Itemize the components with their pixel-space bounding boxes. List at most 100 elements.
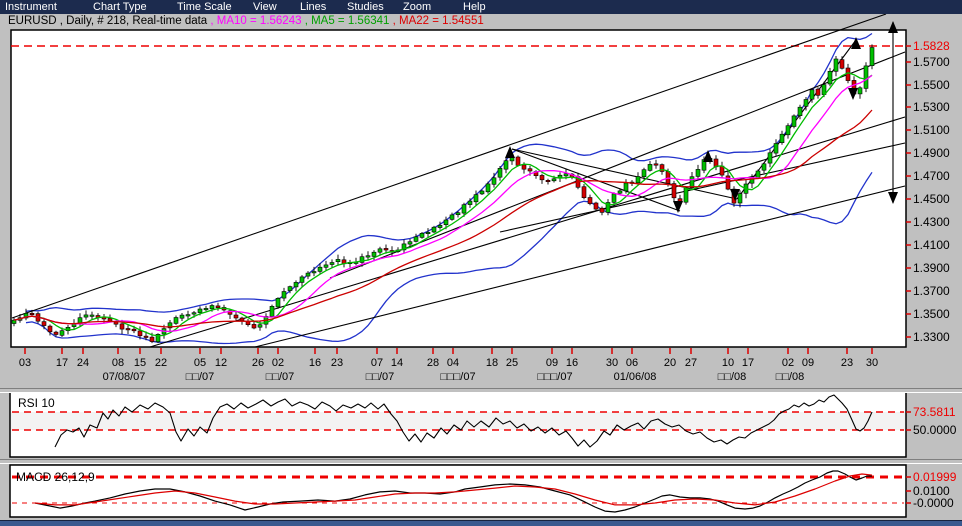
candle-body — [335, 259, 341, 262]
month-label: 07/08/07 — [103, 371, 146, 383]
candle-body — [515, 156, 521, 166]
date-label: 23 — [841, 357, 853, 369]
candle-body — [323, 264, 329, 268]
menu-lines[interactable]: Lines — [300, 1, 326, 13]
candle-body — [377, 248, 383, 253]
date-label: 27 — [685, 357, 697, 369]
candle-body — [779, 133, 785, 143]
price-axis-label: 1.5300 — [913, 100, 950, 114]
menu-help[interactable]: Help — [463, 1, 486, 13]
candle-body — [257, 324, 263, 328]
candle-body — [479, 190, 485, 195]
month-label: □□/07 — [366, 371, 395, 383]
date-label: 09 — [802, 357, 814, 369]
price-axis-label: 1.3700 — [913, 284, 950, 298]
candle-body — [413, 236, 419, 242]
candle-body — [809, 89, 815, 100]
candle-body — [149, 336, 155, 342]
rsi-axis-label: 50.0000 — [913, 423, 957, 437]
menu-view[interactable]: View — [253, 1, 277, 13]
date-label: 04 — [447, 357, 459, 369]
candle-body — [635, 176, 641, 184]
price-axis-label: 1.3500 — [913, 307, 950, 321]
price-axis-label: 1.3300 — [913, 330, 950, 344]
candle-body — [107, 318, 113, 322]
date-label: 05 — [194, 357, 206, 369]
candle-body — [269, 305, 275, 317]
date-label: 06 — [626, 357, 638, 369]
rsi-panel[interactable]: 73.5811 50.0000 — [0, 385, 962, 460]
candle-body — [683, 187, 689, 203]
price-axis-label: 1.4100 — [913, 238, 950, 252]
candle-body — [191, 312, 197, 315]
candle-body — [407, 241, 413, 245]
main-chart-panel[interactable]: 1.5828 1.5700 1.5500 1.5300 1.5100 1.4900 1.47… — [0, 0, 962, 385]
title-segment-2: , MA5 = 1.56341 — [304, 15, 393, 27]
candle-body — [119, 323, 125, 330]
menu-instrument[interactable]: Instrument — [5, 1, 57, 13]
candle-body — [791, 115, 797, 127]
date-label: 08 — [112, 357, 124, 369]
candle-body — [497, 168, 503, 178]
swing-arrow-up[interactable] — [888, 21, 898, 33]
candle-body — [203, 308, 209, 311]
candle-body — [209, 305, 215, 310]
candle-body — [551, 178, 557, 182]
price-chart[interactable]: 1.5828 1.5700 1.5500 1.5300 1.5100 1.4900 1.47… — [0, 0, 962, 385]
rsi-chart[interactable]: 73.5811 50.0000 — [0, 385, 962, 460]
candle-body — [641, 169, 647, 177]
date-label: 22 — [155, 357, 167, 369]
candle-body — [623, 182, 629, 192]
candle-body — [599, 207, 605, 213]
candle-body — [89, 314, 95, 317]
candle-body — [647, 164, 653, 171]
candle-body — [281, 291, 287, 299]
candle-body — [143, 335, 149, 338]
panel-splitter[interactable] — [0, 459, 962, 464]
title-segment-0: EURUSD , Daily, # 218, Real-time data — [8, 15, 211, 27]
macd-chart[interactable]: 0.019990.0100-0.0000 — [0, 458, 962, 520]
menu-time-scale[interactable]: Time Scale — [177, 1, 232, 13]
macd-axis-label: 0.01999 — [913, 470, 957, 484]
menu-zoom[interactable]: Zoom — [403, 1, 431, 13]
candle-body — [311, 271, 317, 274]
price-plot-area[interactable] — [10, 29, 907, 348]
date-label: 15 — [134, 357, 146, 369]
candle-body — [527, 168, 533, 172]
candle-body — [233, 314, 239, 319]
date-label: 20 — [664, 357, 676, 369]
candle-body — [437, 225, 443, 228]
candle-body — [185, 314, 191, 317]
candle-body — [767, 152, 773, 164]
candle-body — [11, 319, 17, 324]
candle-body — [845, 67, 851, 81]
candle-body — [503, 160, 509, 170]
date-label: 02 — [782, 357, 794, 369]
candle-body — [53, 331, 59, 335]
candle-body — [755, 170, 761, 179]
candle-body — [611, 193, 617, 203]
candle-body — [41, 321, 47, 326]
candle-body — [797, 106, 803, 116]
candle-body — [47, 325, 53, 333]
candle-body — [329, 262, 335, 265]
date-label: 16 — [309, 357, 321, 369]
date-label: 25 — [506, 357, 518, 369]
menu-studies[interactable]: Studies — [347, 1, 384, 13]
date-label: 28 — [427, 357, 439, 369]
month-label: □□/07 — [266, 371, 295, 383]
candle-body — [29, 312, 35, 315]
date-label: 12 — [215, 357, 227, 369]
candle-body — [425, 232, 431, 235]
rsi-indicator-label: RSI 10 — [18, 396, 55, 410]
date-label: 24 — [77, 357, 89, 369]
candle-body — [299, 276, 305, 283]
candle-body — [803, 99, 809, 107]
panel-splitter[interactable] — [0, 388, 962, 393]
macd-panel[interactable]: 0.01999 0.0100 -0.0000 — [0, 458, 962, 520]
candle-body — [689, 176, 695, 188]
candle-body — [857, 87, 863, 95]
candle-body — [83, 314, 89, 318]
menu-chart-type[interactable]: Chart Type — [93, 1, 147, 13]
candle-body — [653, 163, 659, 166]
